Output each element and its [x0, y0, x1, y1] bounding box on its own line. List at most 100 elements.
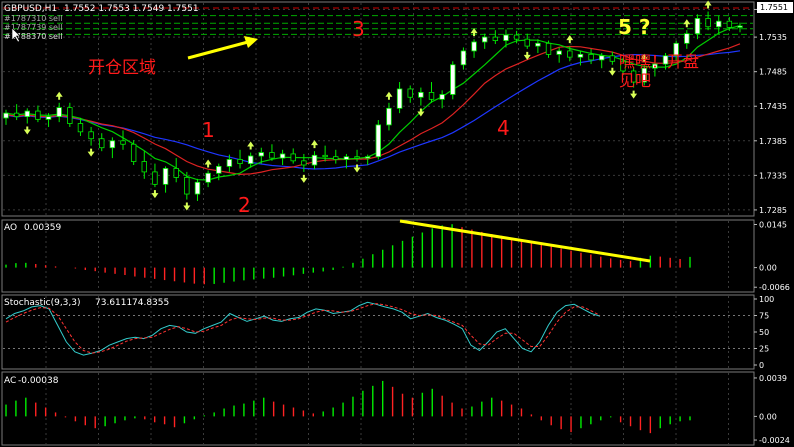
ohlc-readout: 1.7552 1.7553 1.7549 1.7551 — [64, 4, 199, 14]
candle-body-bear — [141, 161, 147, 173]
laugh-annotation-line2: 见吧 — [619, 71, 651, 90]
candle-body-bear — [354, 156, 360, 159]
candle-body-bear — [290, 153, 296, 162]
price-tick-label: 1.7485 — [759, 68, 787, 77]
candle-body-bear — [269, 152, 275, 159]
indicator-tick-label: 0.0145 — [759, 220, 787, 229]
candle-body-bull — [194, 181, 201, 195]
price-tick-label: 1.7385 — [759, 137, 787, 146]
laugh-annotation-line1: 嘿嘿！开盘 — [619, 52, 699, 71]
candle-body-bull — [162, 168, 169, 185]
price-tick-label: 1.7435 — [759, 102, 787, 111]
candle-body-bull — [311, 154, 318, 166]
candle-body-bull — [386, 107, 392, 126]
price-tick-label: 1.7335 — [759, 171, 787, 180]
candle-body-bull — [439, 94, 445, 100]
candle-body-bull — [694, 18, 701, 35]
label-3: 3 — [352, 17, 365, 41]
candle-body-bull — [364, 156, 371, 159]
candle-body-bull — [481, 36, 488, 43]
order-label-1: #1787310 sell — [4, 14, 62, 23]
candle-body-bull — [535, 42, 541, 47]
candle-body-bull — [450, 64, 456, 95]
candle-body-bull — [109, 140, 116, 149]
candle-body-bear — [609, 55, 616, 62]
candle-body-bull — [279, 153, 286, 159]
stoch-title: Stochastic(9,3,3) — [4, 298, 81, 308]
stoch-tick-label: 25 — [759, 345, 769, 354]
candle-body-bull — [56, 107, 62, 118]
candle-body-bear — [184, 177, 190, 195]
candle-body-bull — [205, 172, 211, 183]
candle-body-bear — [333, 156, 339, 160]
candle-body-bear — [173, 168, 179, 178]
candle-body-bear — [428, 92, 435, 100]
candle-body-bear — [407, 88, 413, 98]
candle-body-bear — [567, 50, 573, 58]
candle-body-bull — [247, 155, 254, 165]
candle-body-bull — [226, 159, 233, 167]
candle-body-bear — [524, 38, 530, 47]
candle-body-bull — [418, 92, 424, 98]
candle-body-bear — [88, 131, 94, 140]
trading-chart[interactable]: 1.75751.75351.74851.74351.73851.73351.72… — [0, 0, 794, 447]
indicator-tick-label: 0.00 — [759, 264, 777, 273]
stoch-tick-label: 50 — [759, 328, 769, 337]
candle-body-bear — [545, 42, 552, 55]
candle-body-bull — [716, 20, 722, 28]
ao-title: AO — [4, 223, 17, 233]
current-price-label: 1.7551 — [760, 3, 788, 12]
candle-body-bear — [301, 160, 307, 166]
candle — [450, 61, 456, 100]
ac-value: -0.00038 — [18, 376, 59, 386]
candle-body-bull — [343, 156, 350, 160]
stoch-tick-label: 100 — [759, 295, 774, 304]
label-2: 2 — [238, 193, 251, 217]
candle-body-bear — [726, 20, 733, 28]
candle-body-bull — [577, 53, 584, 58]
label-4: 4 — [497, 116, 510, 140]
price-tick-label: 1.7285 — [759, 206, 787, 215]
candle-body-bear — [588, 53, 594, 61]
candle-body-bull — [599, 55, 605, 61]
stoch-tick-label: 75 — [759, 312, 769, 321]
candle-body-bull — [3, 112, 9, 119]
ac-title: AC — [4, 376, 16, 386]
candle — [375, 120, 382, 160]
stoch-tick-label: 0 — [759, 361, 764, 370]
open-zone-annotation: 开仓区域 — [88, 58, 156, 78]
candle-body-bull — [737, 25, 743, 28]
candle-body-bull — [24, 110, 30, 118]
candle-body-bear — [120, 140, 126, 145]
candle-body-bear — [130, 143, 137, 162]
candle-body-bull — [375, 124, 382, 158]
indicator-tick-label: -0.0066 — [759, 283, 790, 292]
candle-body-bear — [99, 138, 105, 149]
candle-body-bear — [513, 34, 520, 40]
indicator-tick-label: 0.0039 — [759, 374, 787, 383]
candle-body-bull — [216, 165, 222, 174]
candle-body-bear — [77, 123, 84, 133]
candle-body-bull — [503, 34, 509, 41]
label-5-question: 5 ? — [618, 15, 650, 39]
candle-body-bull — [556, 50, 562, 55]
candle-body-bear — [492, 36, 499, 41]
candle-body-bear — [705, 18, 711, 28]
candle-body-bear — [67, 107, 73, 124]
candle-body-bull — [396, 88, 403, 109]
candle-body-bear — [237, 159, 243, 165]
candle-body-bear — [13, 112, 20, 118]
stoch-main-value: 73.6111 — [95, 298, 132, 308]
stoch-signal-value: 74.8355 — [132, 298, 169, 308]
candle-body-bull — [45, 116, 52, 120]
candle-body-bull — [258, 152, 265, 157]
indicator-tick-label: 0.00 — [759, 412, 777, 421]
label-1: 1 — [202, 118, 215, 142]
ao-value: 0.00359 — [24, 223, 61, 233]
price-tick-label: 1.7535 — [759, 33, 787, 42]
candle-body-bull — [684, 33, 690, 44]
candle-body-bear — [152, 171, 158, 185]
candle-body-bull — [471, 41, 477, 52]
indicator-tick-label: -0.0024 — [759, 436, 790, 445]
candle-body-bear — [35, 110, 41, 120]
